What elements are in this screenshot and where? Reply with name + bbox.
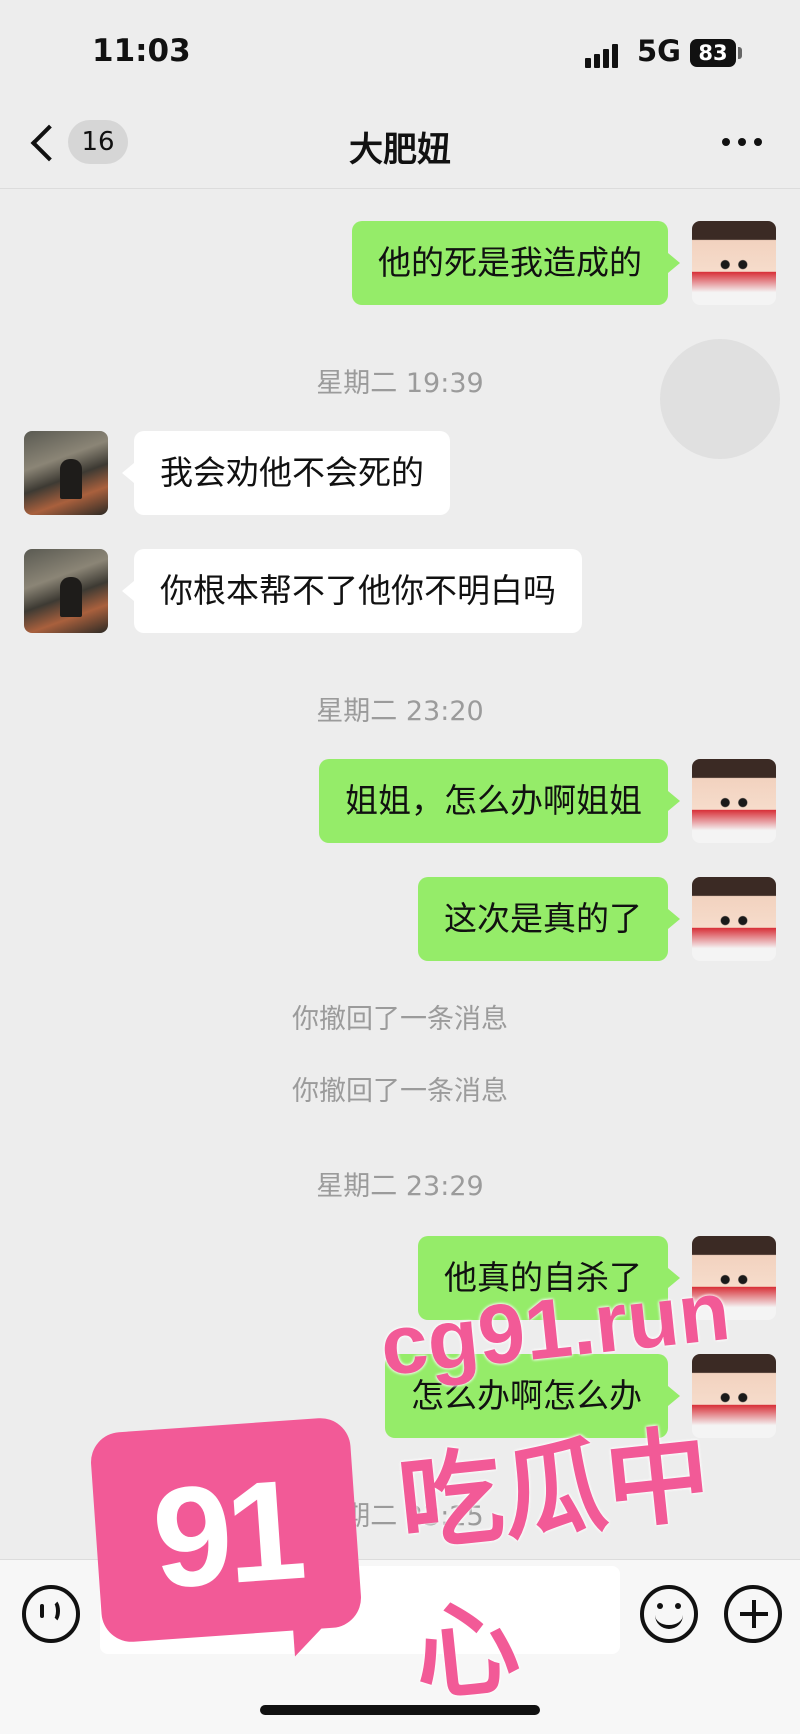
- my-message-bubble[interactable]: 他的死是我造成的: [352, 221, 680, 305]
- plus-icon[interactable]: [724, 1585, 782, 1643]
- my-avatar[interactable]: [692, 1354, 776, 1438]
- battery-icon: 83: [690, 39, 736, 67]
- my-avatar[interactable]: [692, 1236, 776, 1320]
- recall-notice: 你撤回了一条消息: [292, 1004, 508, 1035]
- nav-bar: 16 大肥妞: [0, 100, 800, 189]
- signal-icon: [585, 40, 625, 68]
- input-bar: [0, 1559, 800, 1734]
- emoji-icon[interactable]: [640, 1585, 698, 1643]
- more-icon[interactable]: [722, 138, 762, 148]
- status-time: 11:03: [92, 33, 191, 69]
- home-indicator[interactable]: [260, 1705, 540, 1715]
- my-avatar[interactable]: [692, 759, 776, 843]
- contact-avatar[interactable]: [24, 431, 108, 515]
- my-message-bubble[interactable]: 这次是真的了: [418, 877, 680, 961]
- timestamp: 星期二 23:29: [316, 1171, 484, 1202]
- battery-cap: [738, 47, 742, 59]
- timestamp: 星期二 19:39: [316, 368, 484, 399]
- network-type: 5G: [637, 34, 681, 68]
- my-avatar[interactable]: [692, 877, 776, 961]
- my-avatar[interactable]: [692, 221, 776, 305]
- voice-icon[interactable]: [22, 1585, 80, 1643]
- my-message-bubble[interactable]: 怎么办啊怎么办: [385, 1354, 680, 1438]
- my-message-bubble[interactable]: 姐姐，怎么办啊姐姐: [319, 759, 680, 843]
- chat-title: 大肥妞: [349, 130, 451, 170]
- my-message-bubble[interactable]: 他真的自杀了: [418, 1236, 680, 1320]
- timestamp: 星期二 23:25: [316, 1501, 484, 1532]
- chat-area[interactable]: 他的死是我造成的 星期二 19:39 我会劝他不会死的 你根本帮不了他你不明白吗…: [0, 189, 800, 1559]
- their-message-bubble[interactable]: 我会劝他不会死的: [122, 431, 450, 515]
- recall-notice: 你撤回了一条消息: [292, 1076, 508, 1107]
- their-message-bubble[interactable]: 你根本帮不了他你不明白吗: [122, 549, 582, 633]
- contact-avatar[interactable]: [24, 549, 108, 633]
- status-bar: 11:03 5G 83: [0, 0, 800, 100]
- message-input[interactable]: [100, 1566, 620, 1654]
- timestamp: 星期二 23:20: [316, 696, 484, 727]
